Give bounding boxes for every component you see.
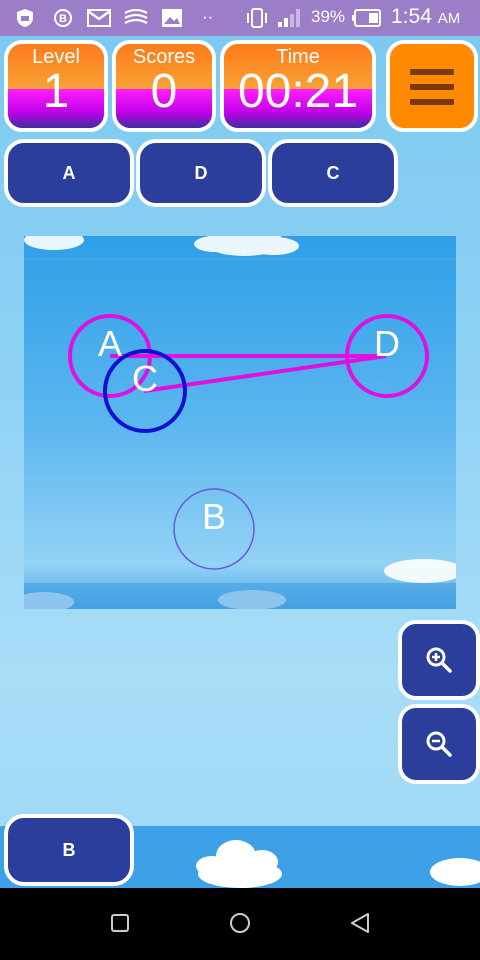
zoom-out-button[interactable] [398,704,480,784]
gmail-icon [86,8,112,28]
answer-button[interactable]: B [4,814,134,886]
cloud-decoration-top [24,236,299,256]
game-board[interactable]: A C D B [24,236,456,609]
node-b-label: B [202,496,226,537]
zoom-in-icon [426,647,452,673]
node-a-label: A [98,323,122,364]
time-value: 00:21 [237,65,359,118]
recents-icon[interactable] [110,912,130,934]
overflow-dots: ·· [202,7,214,26]
b-circle-icon: B [52,8,74,28]
image-icon [160,8,184,28]
time-panel: Time 00:21 [220,40,376,132]
battery-percent: 39% [311,7,346,26]
node-b[interactable]: B [173,488,255,570]
scores-value: 0 [150,65,178,118]
node-c[interactable]: C [103,349,187,433]
node-c-label: C [132,358,158,399]
level-panel: Level 1 [4,40,108,132]
sequence-button-3[interactable]: C [268,139,398,207]
vibrate-icon [244,8,270,28]
signal-icon [276,8,302,28]
home-icon[interactable] [229,912,251,934]
zoom-in-button[interactable] [398,620,480,700]
menu-button[interactable] [386,40,478,132]
status-bar: B ·· 39% 1:54 AM [0,0,480,36]
sequence-button-2[interactable]: D [136,139,266,207]
back-icon[interactable] [350,912,370,934]
level-value: 1 [42,65,70,118]
battery-icon [352,8,382,28]
sequence-button-1[interactable]: A [4,139,134,207]
zoom-out-icon [426,731,452,757]
scores-panel: Scores 0 [112,40,216,132]
node-d-label: D [374,323,400,364]
swiftkey-icon [122,8,150,28]
clock: 1:54 AM [391,5,461,28]
shield-icon [14,8,36,28]
svg-text:B: B [59,13,67,25]
